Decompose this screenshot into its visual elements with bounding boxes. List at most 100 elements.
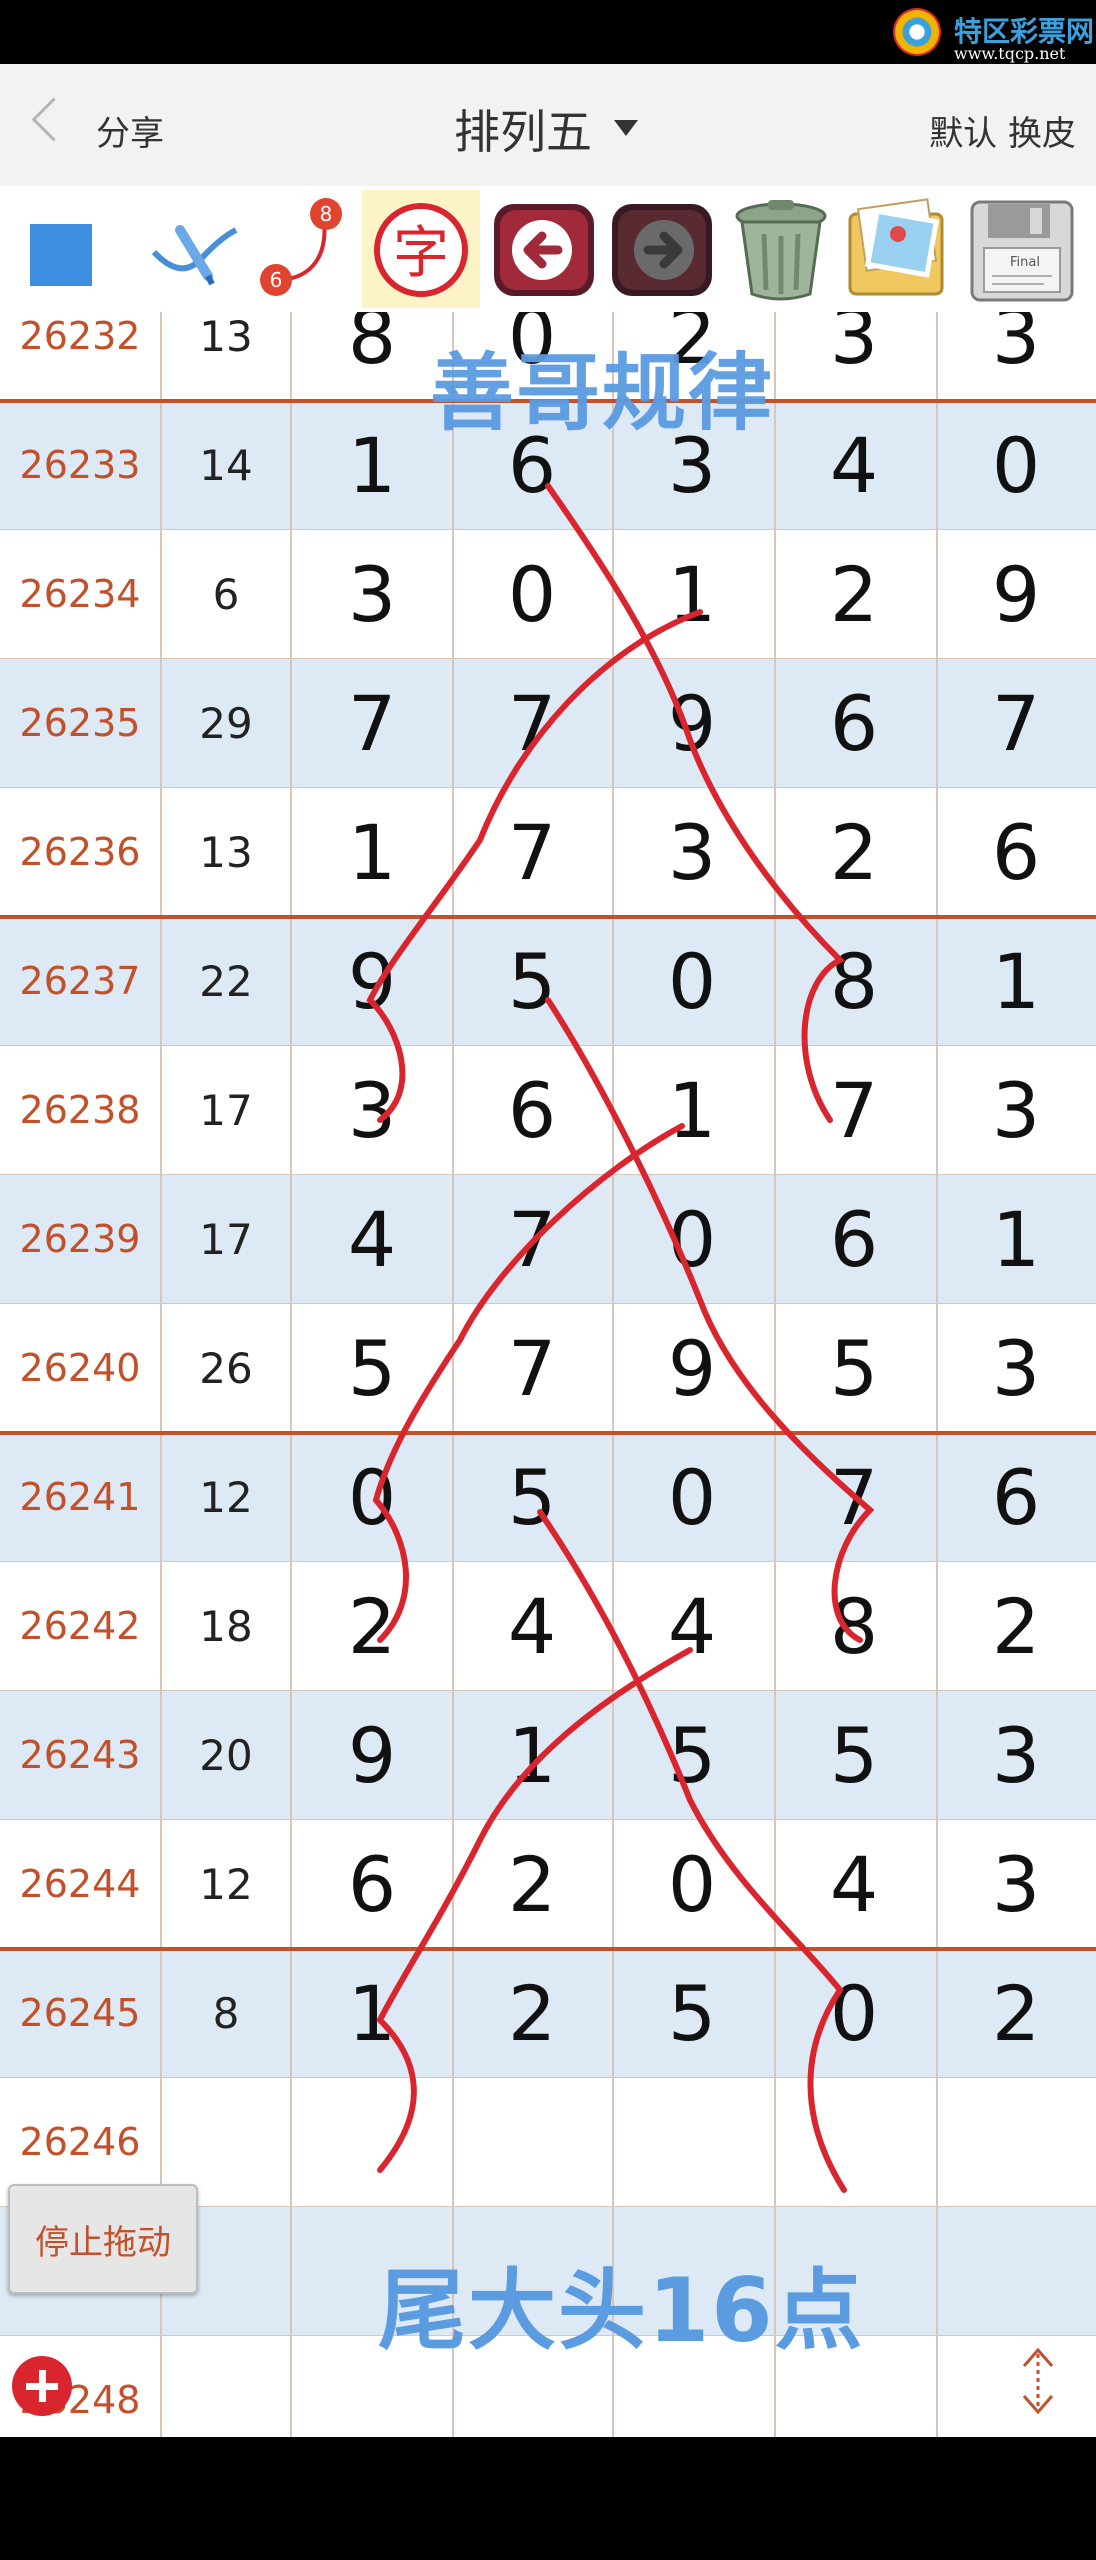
drawing-toolbar: 8 6 字 Final — [0, 186, 1096, 312]
sum-cell: 12 — [199, 1859, 253, 1909]
digit-cell: 4 — [347, 1194, 397, 1284]
digit-cell: 7 — [991, 678, 1041, 768]
save-button[interactable]: Final — [964, 190, 1082, 308]
left-arrow-icon — [494, 204, 594, 296]
table-row: 26234 6 3 0 1 2 9 — [0, 530, 1096, 660]
number-top: 8 — [320, 202, 333, 226]
digit-cell: 4 — [507, 1581, 557, 1671]
page-title[interactable]: 排列五 — [454, 96, 592, 162]
group-divider — [0, 915, 1096, 919]
add-icon[interactable] — [12, 2356, 72, 2416]
lottery-grid[interactable]: 26232 13 8 0 2 3 3 26233 14 1 6 3 4 0 26234 6 3 0 1 2 9 26235… — [0, 312, 1096, 2437]
digit-cell: 5 — [829, 1710, 879, 1800]
scroll-updown-icon[interactable] — [1016, 2344, 1060, 2418]
column-divider — [290, 312, 292, 2437]
table-row: 26239 17 4 7 0 6 1 — [0, 1175, 1096, 1305]
sum-cell: 13 — [199, 827, 253, 877]
table-row: 26237 22 9 5 0 8 1 — [0, 917, 1096, 1047]
table-row: 26241 12 0 5 0 7 6 — [0, 1433, 1096, 1563]
digit-cell — [452, 2078, 612, 2206]
digit-cell: 0 — [667, 1452, 717, 1542]
digit-cell — [292, 2078, 452, 2206]
redo-button[interactable] — [604, 190, 722, 308]
digit-cell: 5 — [347, 1323, 397, 1413]
period-cell: 26237 — [19, 959, 141, 1003]
sum-cell: 6 — [212, 569, 240, 619]
period-cell: 26243 — [19, 1733, 141, 1777]
digit-cell: 6 — [507, 1065, 557, 1155]
digit-cell: 5 — [667, 1968, 717, 2058]
sum-cell: 12 — [199, 1472, 253, 1522]
sum-cell: 17 — [199, 1085, 253, 1135]
number-tool-button[interactable]: 8 6 — [248, 190, 366, 308]
digit-cell: 3 — [829, 312, 879, 381]
digit-cell: 6 — [829, 1194, 879, 1284]
period-cell: 26235 — [19, 701, 141, 745]
trash-button[interactable] — [722, 190, 840, 308]
skin-button[interactable]: 默认 换皮 — [929, 106, 1076, 155]
digit-cell: 0 — [667, 1194, 717, 1284]
group-divider — [0, 1431, 1096, 1435]
period-cell: 26233 — [19, 443, 141, 487]
digit-cell: 0 — [667, 936, 717, 1026]
trash-icon — [735, 200, 827, 301]
period-cell: 26232 — [19, 314, 141, 358]
sum-cell: 20 — [199, 1730, 253, 1780]
digit-cell: 1 — [347, 807, 397, 897]
table-row: 26238 17 3 6 1 7 3 — [0, 1046, 1096, 1176]
period-cell: 26240 — [19, 1346, 141, 1390]
period-cell: 26242 — [19, 1604, 141, 1648]
share-button[interactable]: 分享 — [96, 106, 164, 155]
table-row: 26245 8 1 2 5 0 2 — [0, 1949, 1096, 2079]
digit-cell: 7 — [507, 1194, 557, 1284]
dropdown-caret-icon[interactable] — [614, 120, 638, 136]
save-label: Final — [1010, 255, 1040, 270]
digit-cell: 1 — [991, 1194, 1041, 1284]
digit-cell: 6 — [991, 1452, 1041, 1542]
digit-cell: 7 — [507, 1323, 557, 1413]
sum-cell: 8 — [212, 1988, 240, 2038]
column-divider — [936, 312, 938, 2437]
digit-cell: 0 — [667, 1839, 717, 1929]
pen-tool-button[interactable] — [140, 190, 258, 308]
digit-cell: 3 — [991, 1839, 1041, 1929]
sum-cell: 26 — [199, 1343, 253, 1393]
digit-cell — [774, 2078, 934, 2206]
digit-cell: 2 — [991, 1968, 1041, 2058]
square-tool-button[interactable] — [12, 190, 130, 308]
digit-cell: 7 — [829, 1065, 879, 1155]
right-arrow-icon — [612, 204, 712, 296]
digit-cell: 1 — [347, 1968, 397, 2058]
group-divider — [0, 1947, 1096, 1951]
digit-cell: 2 — [829, 807, 879, 897]
digit-cell: 9 — [347, 1710, 397, 1800]
square-icon — [30, 224, 92, 286]
number-bottom: 6 — [270, 268, 283, 292]
digit-cell: 3 — [991, 312, 1041, 381]
digit-cell: 5 — [667, 1710, 717, 1800]
column-divider — [612, 312, 614, 2437]
char-tool-button[interactable]: 字 — [362, 190, 480, 308]
digit-cell: 8 — [347, 312, 397, 381]
back-chevron-icon[interactable] — [31, 97, 76, 142]
photo-button[interactable] — [840, 190, 958, 308]
period-cell: 26234 — [19, 572, 141, 616]
column-divider — [774, 312, 776, 2437]
digit-cell: 9 — [347, 936, 397, 1026]
photo-icon — [848, 198, 944, 296]
table-row: 26236 13 1 7 3 2 6 — [0, 788, 1096, 918]
digit-cell — [936, 2207, 1096, 2335]
number-icon: 8 6 — [260, 198, 342, 296]
stop-drag-button[interactable]: 停止拖动 — [8, 2184, 198, 2294]
sum-cell — [162, 2336, 290, 2437]
undo-button[interactable] — [486, 190, 604, 308]
table-row: 26235 29 7 7 9 6 7 — [0, 659, 1096, 789]
digit-cell: 0 — [507, 549, 557, 639]
digit-cell: 8 — [829, 1581, 879, 1671]
digit-cell: 0 — [829, 1968, 879, 2058]
period-cell: 26244 — [19, 1862, 141, 1906]
period-cell: 26245 — [19, 1991, 141, 2035]
char-icon: 字 — [374, 203, 468, 297]
digit-cell: 1 — [991, 936, 1041, 1026]
table-row: 26244 12 6 2 0 4 3 — [0, 1820, 1096, 1950]
